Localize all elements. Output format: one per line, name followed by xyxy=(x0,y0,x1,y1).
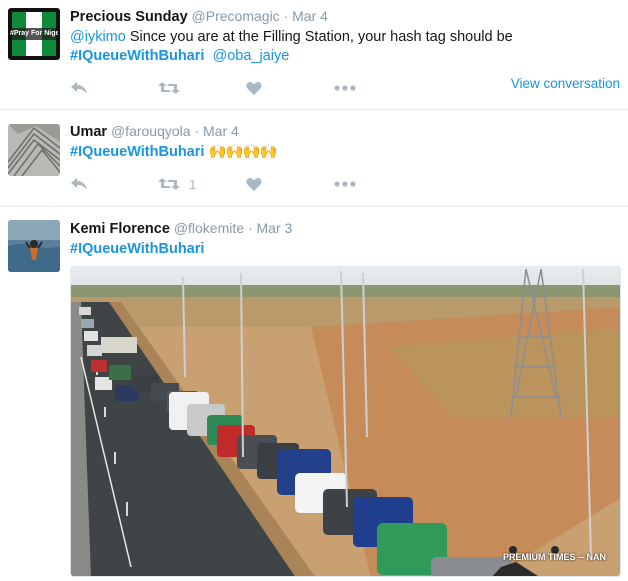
mention-link[interactable]: @iykimo xyxy=(70,29,126,45)
hashtag-link[interactable]: #IQueueWithBuhari xyxy=(70,241,204,257)
avatar[interactable] xyxy=(8,124,60,176)
separator: · xyxy=(194,123,200,139)
tweet-photo[interactable]: PREMIUM TIMES -- NAN xyxy=(70,266,621,577)
retweet-button[interactable]: 1 xyxy=(158,177,246,192)
tweet-1[interactable]: #Pray For Nigeria Precious Sunday @Preco… xyxy=(0,0,628,110)
tweet-header: Precious Sunday @Precomagic · Mar 4 xyxy=(70,7,620,26)
like-button[interactable] xyxy=(246,81,334,95)
author-name[interactable]: Umar xyxy=(70,124,107,140)
raised-hands-emoji: 🙌🙌🙌🙌 xyxy=(208,144,277,160)
fuel-queue-photo xyxy=(71,267,620,576)
more-button[interactable] xyxy=(334,85,356,91)
like-button[interactable] xyxy=(246,177,334,191)
reply-icon xyxy=(71,82,87,94)
tweet-2[interactable]: Umar @farouqyola · Mar 4 #IQueueWithBuha… xyxy=(0,110,628,207)
more-button[interactable] xyxy=(334,181,356,187)
mention-link-2[interactable]: @oba_jaiye xyxy=(212,48,289,64)
separator: · xyxy=(283,8,289,24)
retweet-icon xyxy=(158,178,180,190)
retweet-button[interactable] xyxy=(158,81,246,95)
sacks-avatar-image xyxy=(8,124,60,176)
retweet-count: 1 xyxy=(189,176,197,192)
reply-button[interactable] xyxy=(70,81,158,95)
tweet-text: @iykimo Since you are at the Filling Sta… xyxy=(70,28,620,66)
like-icon xyxy=(246,178,262,191)
tweet-body: Since you are at the Filling Station, yo… xyxy=(125,29,513,45)
author-handle[interactable]: @flokemite xyxy=(174,220,244,236)
retweet-icon xyxy=(158,82,180,94)
person-in-water-avatar-image xyxy=(8,220,60,272)
author-name[interactable]: Kemi Florence xyxy=(70,221,170,237)
reply-button[interactable] xyxy=(70,177,158,191)
tweet-date[interactable]: Mar 4 xyxy=(292,8,328,24)
tweet-header: Umar @farouqyola · Mar 4 xyxy=(70,122,620,141)
tweet-actions: 1 xyxy=(70,174,356,194)
more-icon xyxy=(334,181,356,187)
more-icon xyxy=(334,85,356,91)
tweet-header: Kemi Florence @flokemite · Mar 3 xyxy=(70,219,620,238)
tweet-actions xyxy=(70,78,356,98)
avatar-caption: #Pray For Nigeria xyxy=(10,30,58,37)
hashtag-link[interactable]: #IQueueWithBuhari xyxy=(70,144,204,160)
author-handle[interactable]: @Precomagic xyxy=(192,8,280,24)
reply-icon xyxy=(71,178,87,190)
author-handle[interactable]: @farouqyola xyxy=(111,123,191,139)
tweet-text: #IQueueWithBuhari xyxy=(70,240,620,259)
avatar[interactable]: #Pray For Nigeria xyxy=(8,8,60,60)
avatar[interactable] xyxy=(8,220,60,272)
tweet-date[interactable]: Mar 4 xyxy=(203,123,239,139)
separator: · xyxy=(247,220,253,236)
hashtag-link[interactable]: #IQueueWithBuhari xyxy=(70,48,204,64)
tweet-date[interactable]: Mar 3 xyxy=(257,220,293,236)
view-conversation-link[interactable]: View conversation xyxy=(511,76,620,91)
author-name[interactable]: Precious Sunday xyxy=(70,9,188,25)
photo-credit: PREMIUM TIMES -- NAN xyxy=(503,552,606,562)
like-icon xyxy=(246,82,262,95)
tweet-text: #IQueueWithBuhari 🙌🙌🙌🙌 xyxy=(70,143,620,162)
